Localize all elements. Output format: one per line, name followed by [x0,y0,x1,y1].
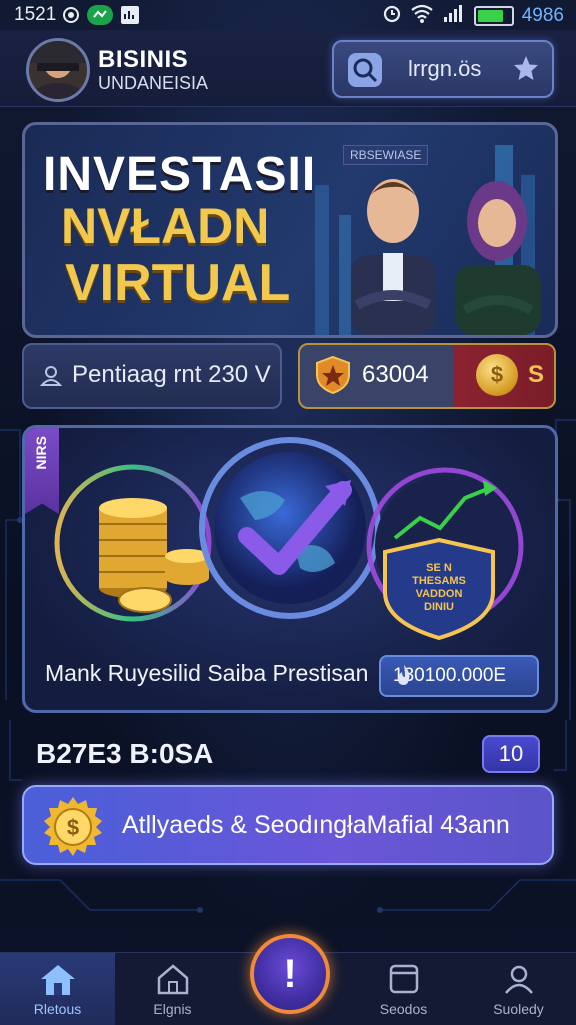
center-action-button[interactable]: ! [250,934,330,1014]
wifi-icon [410,3,434,29]
app-subtitle: UNDANEISIA [98,73,209,93]
shield-badge-icon [314,355,352,400]
feature-illustration [54,437,524,641]
star-icon[interactable] [512,54,540,87]
nav-item-seodos[interactable]: Seodos [346,953,461,1025]
globe-check-icon [199,437,381,619]
avatar[interactable] [26,38,90,102]
user-icon [503,963,535,1000]
app-header: BISINIS UNDANEISIA lrrgn.ös [0,30,576,107]
status-time: 1521 [14,4,57,25]
nav-item-elgnis[interactable]: Elgnis [115,953,230,1025]
coin-icon: $ [476,354,518,396]
banner-headline-2: NVŁADN [61,198,270,254]
app-title: BISINIS [98,46,189,73]
chart-notification-icon [120,5,140,25]
house-outline-icon [156,963,190,1000]
voltage-stat-text: Pentiaag rnt 230 V [72,361,271,388]
coin-stack-icon [99,498,209,613]
nav-item-home[interactable]: Rletous [0,953,115,1025]
alarm-icon [382,3,402,29]
battery-icon [473,6,514,26]
nav-label-elgnis: Elgnis [153,1001,192,1017]
banner-headline-3: VIRTUAL [65,254,291,312]
status-bar: 1521 4986 [0,0,576,30]
battery-text: 4986 [521,5,564,26]
currency-value: 63004 [362,361,429,388]
card-label: Mank Ruyesilid Saiba Prestisan [45,660,369,686]
card-value-badge[interactable]: 130100.000E [379,655,539,697]
cta-label: Atllyaeds & SeodıngłaMafial 43ann [122,811,510,839]
currency-stat-pill[interactable]: 63004 $ S [298,343,556,409]
person-icon [38,363,64,394]
banner-headline-1: INVESTASII [43,148,317,201]
banner-tag: RBSEWIASE [343,145,429,165]
flame-icon [393,663,529,693]
recording-icon [62,6,80,24]
search-icon[interactable] [348,53,382,87]
search-text: lrrgn.ös [408,56,482,81]
cta-button[interactable]: $ Atllyaeds & SeodıngłaMafial 43ann [22,785,554,865]
app-notification-icon [86,4,114,26]
nav-label-seodos: Seodos [379,1001,428,1017]
home-icon [39,963,77,1002]
gear-coin-icon: $ [42,795,104,862]
feature-card[interactable]: NIRS SE N THESAMS VADDON DINIU Mank Ruye… [22,425,558,713]
cta-coin-symbol: $ [67,815,79,840]
nav-item-profile[interactable]: Suoledy [461,953,576,1025]
section-title: B27E3 B:0SA [36,738,214,769]
currency-symbol: S [528,361,545,388]
shield-text: SE N THESAMS VADDON DINIU [412,562,466,613]
window-icon [388,963,420,1000]
nav-label-home: Rletous [33,1001,82,1017]
section-count-badge[interactable]: 10 [482,735,540,773]
hero-banner[interactable]: RBSEWIASE INVESTASII NVŁADN VIRTUAL [22,122,558,338]
search-box[interactable]: lrrgn.ös [332,40,554,98]
nav-label-profile: Suoledy [493,1001,544,1017]
signal-icon [442,3,466,29]
voltage-stat-pill[interactable]: Pentiaag rnt 230 V [22,343,282,409]
